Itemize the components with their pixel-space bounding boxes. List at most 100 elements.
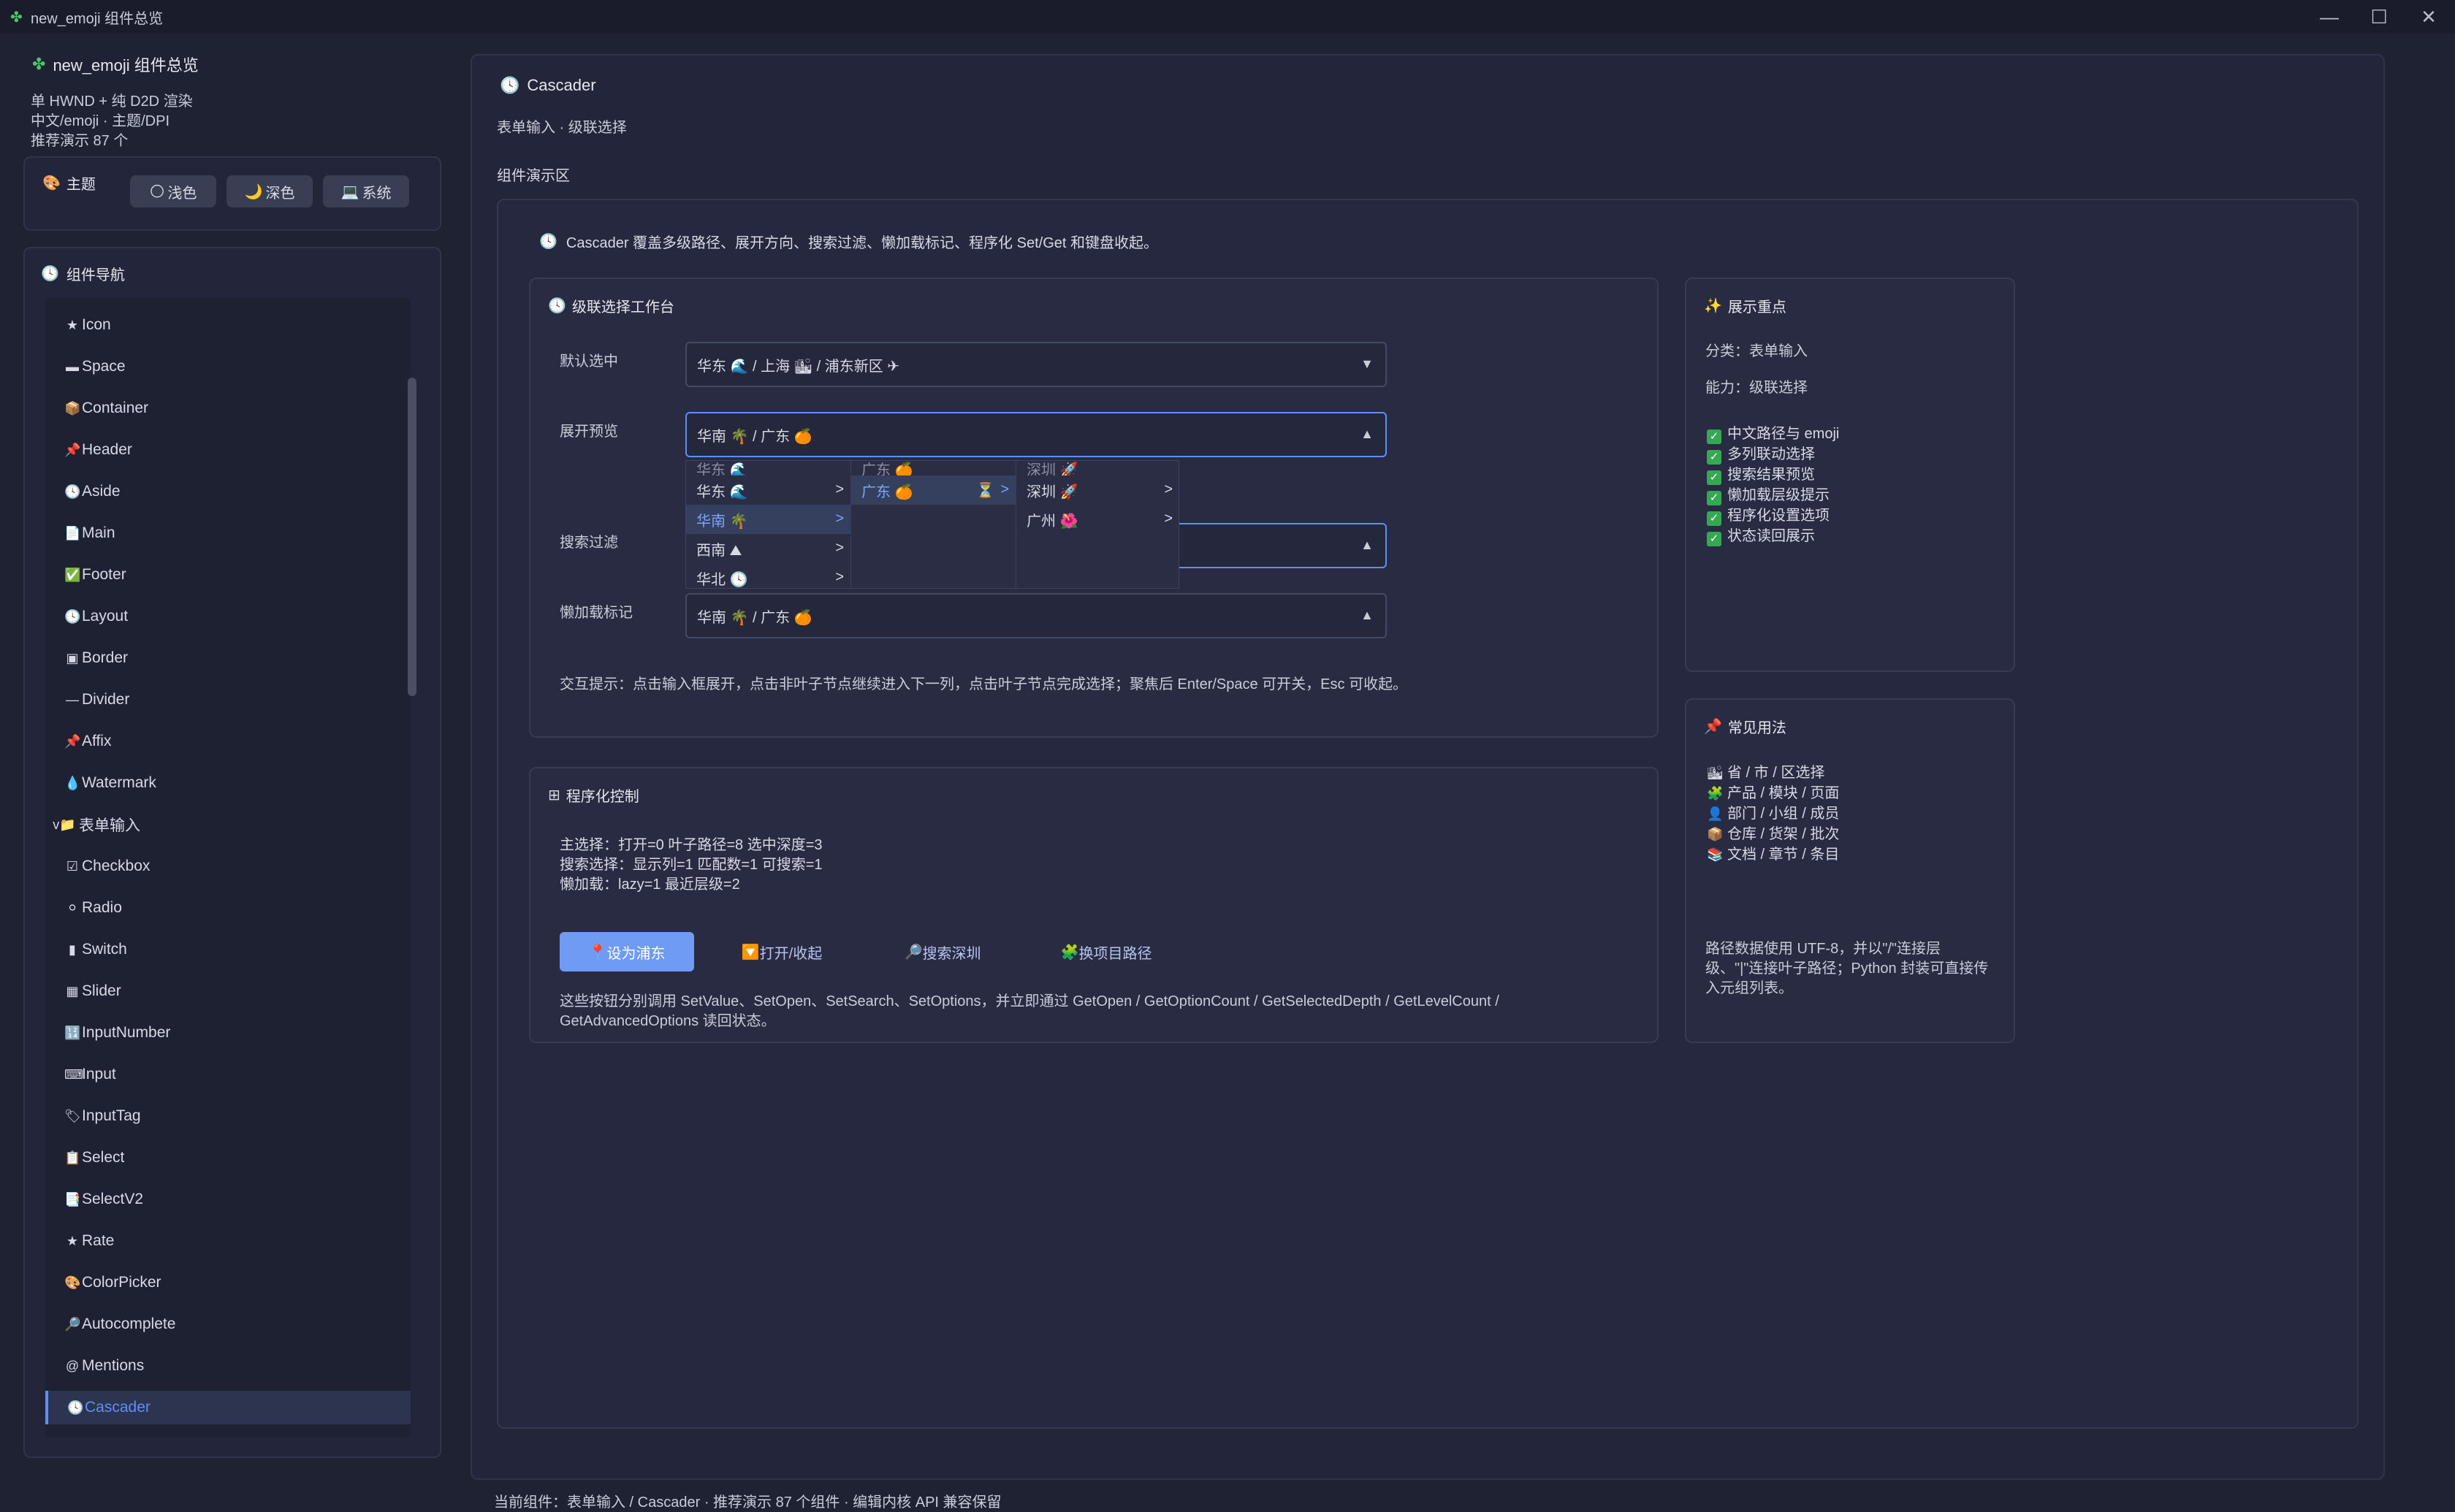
minimize-button[interactable]: — — [2307, 3, 2351, 31]
list-item: 👤 部门 / 小组 / 成员 — [1707, 803, 1839, 824]
sidebar-item-autocomplete[interactable]: 🔎 Autocomplete — [45, 1307, 411, 1341]
usage-note: 路径数据使用 UTF-8，并以"/"连接层级、"|"连接叶子路径；Python … — [1705, 941, 1989, 996]
dropdown-option[interactable]: 深圳 🚀 > — [1016, 476, 1179, 505]
laptop-icon: 💻 — [340, 183, 359, 200]
chevron-down-icon: ▼ — [1360, 356, 1374, 371]
dropdown-option[interactable]: 广州 🌺 > — [1016, 505, 1179, 534]
option-label: 华南 🌴 — [696, 513, 748, 530]
sidebar-item-footer[interactable]: ✅ Footer — [45, 558, 411, 592]
sidebar-item-cascader[interactable]: 🕓 Cascader — [45, 1391, 411, 1424]
search-shenzhen-button[interactable]: 🔎 搜索深圳 — [893, 932, 992, 971]
close-button[interactable]: ✕ — [2407, 3, 2451, 31]
sidebar-item-label: Autocomplete — [82, 1316, 176, 1332]
sidebar-item-slider[interactable]: ▦ Slider — [45, 974, 411, 1008]
star-icon: ★ — [66, 317, 79, 332]
search-icon: 🔎 — [64, 1316, 81, 1332]
sidebar-item-label: Divider — [82, 691, 130, 708]
box-icon: 📦 — [64, 400, 81, 416]
list-item-label: 搜索结果预览 — [1727, 467, 1815, 483]
nav-list[interactable]: ★ Icon ▬ Space 📦 Container 📌 Header 🕓 Aside 📄 Main ✅… — [45, 298, 411, 1437]
sidebar-item-checkbox[interactable]: ☑ Checkbox — [45, 849, 411, 883]
sidebar-item-label: InputNumber — [82, 1024, 171, 1041]
sidebar-item-radio[interactable]: ⚪ Radio — [45, 891, 411, 925]
set-pudong-button[interactable]: 📍 设为浦东 — [560, 932, 694, 971]
cascader-lazy[interactable]: 华南 🌴 / 广东 🍊 ▲ — [685, 593, 1387, 638]
chevron-up-icon: ▲ — [1360, 608, 1374, 622]
switch-icon: ▮ — [69, 942, 76, 957]
sidebar-item-select[interactable]: 📋 Select — [45, 1141, 411, 1175]
theme-dark-button[interactable]: 🌙 深色 — [227, 175, 313, 207]
sidebar-item-container[interactable]: 📦 Container — [45, 392, 411, 425]
sidebar-item-colorpicker[interactable]: 🎨 ColorPicker — [45, 1266, 411, 1299]
person-icon: 👤 — [1707, 806, 1724, 821]
scrollbar-thumb[interactable] — [408, 378, 416, 696]
option-label: 广东 🍊 — [861, 484, 913, 500]
dropdown-option[interactable]: 华东 🌊 > — [686, 476, 851, 505]
cascader-expanded[interactable]: 华南 🌴 / 广东 🍊 ▲ — [685, 412, 1387, 457]
sidebar-item-label: SelectV2 — [82, 1191, 144, 1207]
list-item-label: 状态读回展示 — [1727, 528, 1815, 544]
chevron-right-icon: > — [835, 481, 844, 497]
cascader-value: 华南 🌴 / 广东 🍊 — [697, 609, 812, 626]
dropdown-option[interactable]: 华北 🕓 > — [686, 563, 851, 588]
sidebar-item-mentions[interactable]: @ Mentions — [45, 1349, 411, 1383]
sidebar-item-aside[interactable]: 🕓 Aside — [45, 475, 411, 508]
category-text: 分类：表单输入 — [1705, 343, 1808, 359]
sidebar-item-label: Slider — [82, 982, 121, 999]
option-label: 华北 🕓 — [696, 571, 748, 588]
folder-icon: v📁 — [53, 817, 76, 832]
nav-scrollbar[interactable] — [408, 309, 416, 1427]
sidebar-item-layout[interactable]: 🕓 Layout — [45, 600, 411, 633]
theme-label: 主题 — [66, 177, 96, 193]
info-line: 中文/emoji · 主题/DPI — [31, 113, 170, 129]
sidebar-item-space[interactable]: ▬ Space — [45, 350, 411, 383]
sidebar-item-header[interactable]: 📌 Header — [45, 433, 411, 467]
toggle-open-button[interactable]: 🔽 打开/收起 — [731, 932, 833, 971]
sidebar-item-表单输入[interactable]: v📁 表单输入 — [45, 808, 411, 841]
keyboard-icon: ⌨ — [64, 1066, 83, 1082]
usage-list: 🏙 省 / 市 / 区选择 🧩 产品 / 模块 / 页面 👤 部门 / 小组 / 成员… — [1707, 763, 1839, 865]
sidebar-item-inputtag[interactable]: 🏷 InputTag — [45, 1099, 411, 1133]
theme-system-button[interactable]: 💻 系统 — [323, 175, 409, 207]
clock-icon: 🕓 — [500, 76, 520, 94]
dropdown-option-selected[interactable]: 华南 🌴 > — [686, 505, 851, 534]
sidebar-item-inputnumber[interactable]: 🔢 InputNumber — [45, 1016, 411, 1050]
sidebar-item-icon[interactable]: ★ Icon — [45, 308, 411, 342]
usage-title: 常见用法 — [1727, 720, 1786, 736]
sidebar-item-rate[interactable]: ★ Rate — [45, 1224, 411, 1258]
theme-light-button[interactable]: 🌕 浅色 — [130, 175, 216, 207]
sidebar-item-divider[interactable]: — Divider — [45, 683, 411, 717]
sidebar-title: new_emoji 组件总览 — [53, 56, 199, 75]
package-icon: 📦 — [1707, 827, 1724, 841]
maximize-button[interactable]: ☐ — [2357, 3, 2401, 31]
sidebar-item-label: Watermark — [82, 774, 156, 791]
sidebar-item-main[interactable]: 📄 Main — [45, 516, 411, 550]
cascader-value: 华东 🌊 / 上海 🏙 / 浦东新区 ✈ — [697, 358, 900, 375]
star-icon: ★ — [66, 1233, 79, 1248]
sidebar-item-label: Checkbox — [82, 858, 151, 874]
sidebar-item-border[interactable]: ▣ Border — [45, 641, 411, 675]
status-line: 搜索选择：显示列=1 匹配数=1 可搜索=1 — [560, 857, 823, 873]
clock-icon: 🕓 — [539, 234, 557, 250]
pushpin-icon: 📌 — [64, 733, 81, 749]
page-subtitle: 表单输入 · 级联选择 — [497, 120, 627, 136]
option-label: 华东 🌊 — [696, 484, 748, 500]
dropdown-option-partial: 深圳 🚀 — [1027, 462, 1078, 476]
sidebar-item-label: InputTag — [82, 1107, 141, 1124]
at-icon: @ — [65, 1358, 80, 1373]
sidebar-item-label: Input — [82, 1066, 116, 1083]
sidebar-item-watermark[interactable]: 💧 Watermark — [45, 766, 411, 800]
sidebar-item-selectv2[interactable]: 📑 SelectV2 — [45, 1183, 411, 1216]
sidebar-item-label: Footer — [82, 566, 126, 583]
sidebar-item-affix[interactable]: 📌 Affix — [45, 725, 411, 758]
sidebar-item-switch[interactable]: ▮ Switch — [45, 933, 411, 966]
dropdown-option-selected[interactable]: 广东 🍊 ⏳ > — [851, 476, 1016, 505]
swap-project-path-button[interactable]: 🧩 换项目路径 — [1046, 932, 1166, 971]
list-item: ✓ 状态读回展示 — [1707, 526, 1839, 546]
cascader-default[interactable]: 华东 🌊 / 上海 🏙 / 浦东新区 ✈ ▼ — [685, 342, 1387, 387]
chevron-right-icon: > — [835, 569, 844, 585]
dropdown-option[interactable]: 西南 ⛰ > — [686, 534, 851, 563]
row-label-default: 默认选中 — [560, 354, 618, 370]
sidebar-item-input[interactable]: ⌨ Input — [45, 1058, 411, 1091]
tag-icon: 🏷 — [64, 1108, 81, 1123]
